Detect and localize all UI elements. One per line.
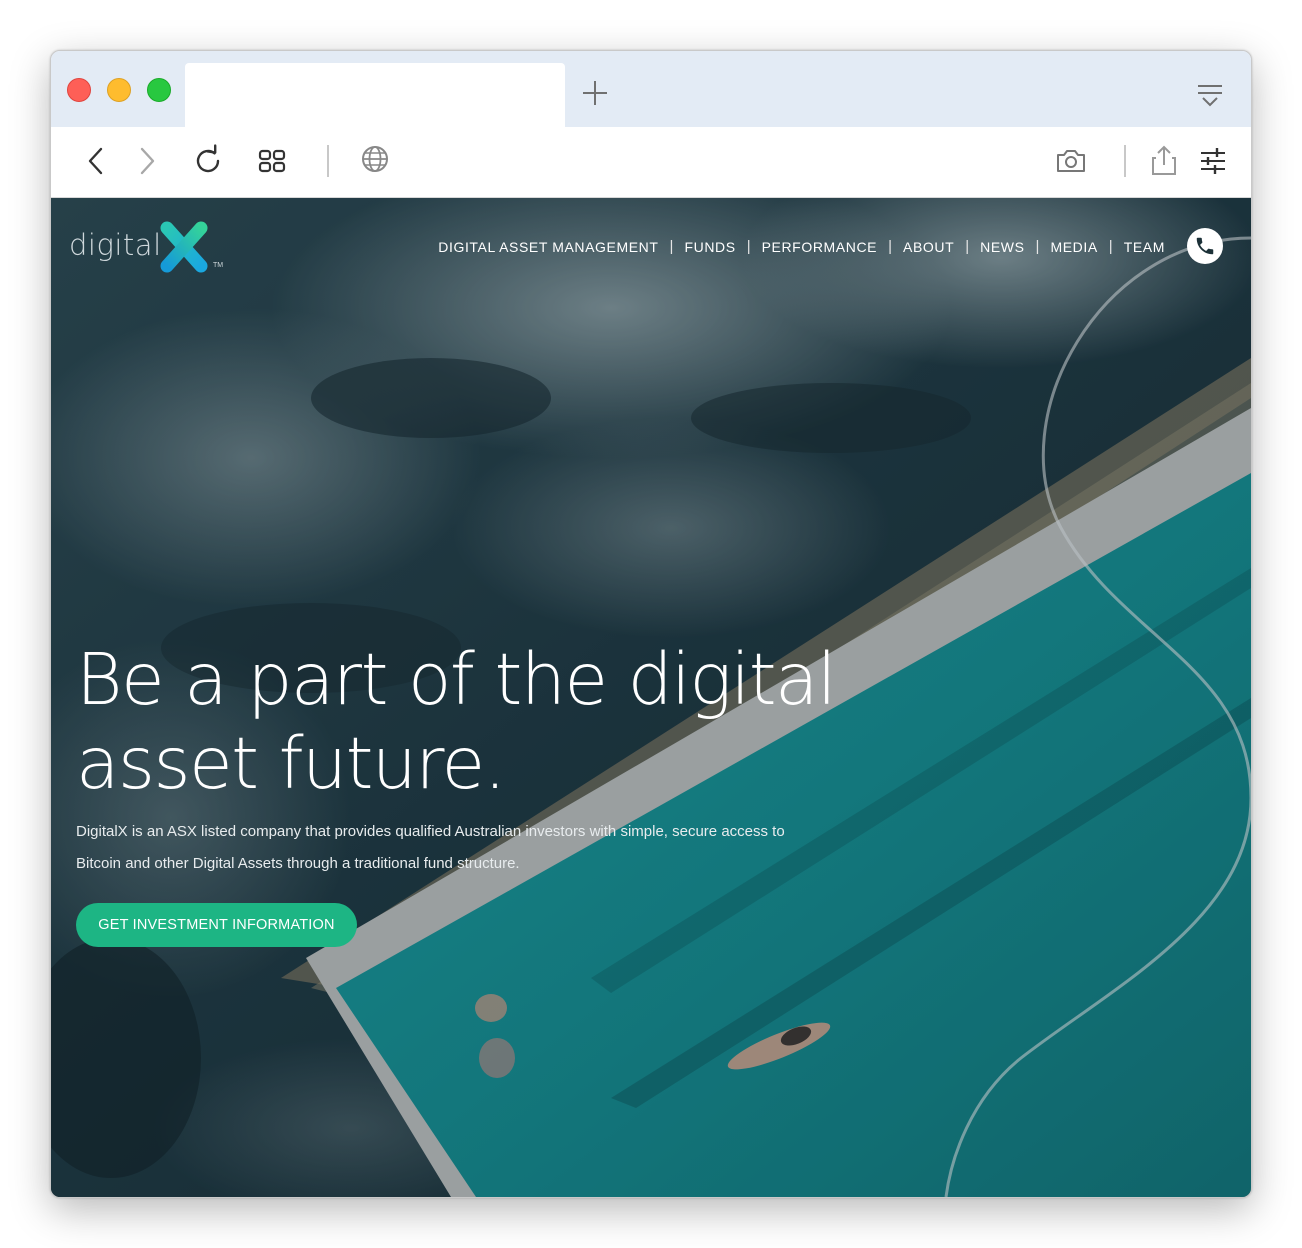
hero-headline-line2: asset future. <box>76 722 506 805</box>
contact-phone-button[interactable] <box>1187 228 1223 264</box>
site-info-button[interactable] <box>358 144 392 178</box>
grid-icon <box>258 149 286 173</box>
nav-separator: | <box>669 238 674 255</box>
nav-separator: | <box>1035 238 1040 255</box>
active-tab[interactable] <box>185 63 565 127</box>
site-logo[interactable]: digital TM <box>69 220 229 276</box>
tab-menu-icon <box>1198 85 1222 107</box>
tabs-overview-button[interactable] <box>255 144 289 178</box>
hero-headline: Be a part of the digital asset future. <box>76 638 837 806</box>
toolbar-divider-right <box>1124 145 1126 177</box>
nav-performance[interactable]: PERFORMANCE <box>762 239 878 255</box>
close-window-button[interactable] <box>67 78 91 102</box>
minimize-window-button[interactable] <box>107 78 131 102</box>
nav-separator: | <box>746 238 751 255</box>
screenshot-button[interactable] <box>1054 144 1088 178</box>
share-icon <box>1152 145 1176 175</box>
logo-trademark: TM <box>213 262 224 269</box>
chevron-left-icon <box>88 147 103 175</box>
zoom-window-button[interactable] <box>147 78 171 102</box>
logo-wordmark: digital <box>69 228 162 262</box>
hero-description-line1: DigitalX is an ASX listed company that p… <box>76 823 785 840</box>
nav-about[interactable]: ABOUT <box>903 239 954 255</box>
nav-separator: | <box>1108 238 1113 255</box>
nav-separator: | <box>965 238 970 255</box>
nav-digital-asset-management[interactable]: DIGITAL ASSET MANAGEMENT <box>438 239 658 255</box>
plus-icon <box>583 81 607 105</box>
phone-icon <box>1196 237 1214 255</box>
forward-button[interactable] <box>130 144 164 178</box>
logo-x-mark <box>160 221 208 273</box>
hero-description-line2: Bitcoin and other Digital Assets through… <box>76 855 520 872</box>
settings-button[interactable] <box>1196 144 1230 178</box>
chevron-right-icon <box>140 147 155 175</box>
browser-titlebar <box>51 51 1251 127</box>
web-content: digital TM DIGITAL ASSET MANAGEMENT | FU… <box>51 198 1251 1197</box>
sliders-icon <box>1201 148 1225 174</box>
camera-icon <box>1057 150 1085 172</box>
nav-team[interactable]: TEAM <box>1124 239 1165 255</box>
share-button[interactable] <box>1147 144 1181 178</box>
globe-icon <box>362 146 388 172</box>
tab-menu-button[interactable] <box>1195 81 1225 111</box>
back-button[interactable] <box>79 144 113 178</box>
browser-window: digital TM DIGITAL ASSET MANAGEMENT | FU… <box>50 50 1252 1198</box>
browser-toolbar <box>51 127 1251 198</box>
new-tab-button[interactable] <box>579 77 611 109</box>
nav-news[interactable]: NEWS <box>980 239 1024 255</box>
nav-media[interactable]: MEDIA <box>1050 239 1097 255</box>
nav-separator: | <box>888 238 892 255</box>
toolbar-divider <box>327 145 329 177</box>
hero-description: DigitalX is an ASX listed company that p… <box>76 816 816 880</box>
main-nav: DIGITAL ASSET MANAGEMENT | FUNDS | PERFO… <box>438 238 1165 255</box>
hero-headline-line1: Be a part of the digital <box>76 638 837 721</box>
reload-icon <box>196 144 220 173</box>
reload-button[interactable] <box>191 144 225 178</box>
get-investment-information-button[interactable]: GET INVESTMENT INFORMATION <box>76 903 357 947</box>
nav-funds[interactable]: FUNDS <box>684 239 735 255</box>
